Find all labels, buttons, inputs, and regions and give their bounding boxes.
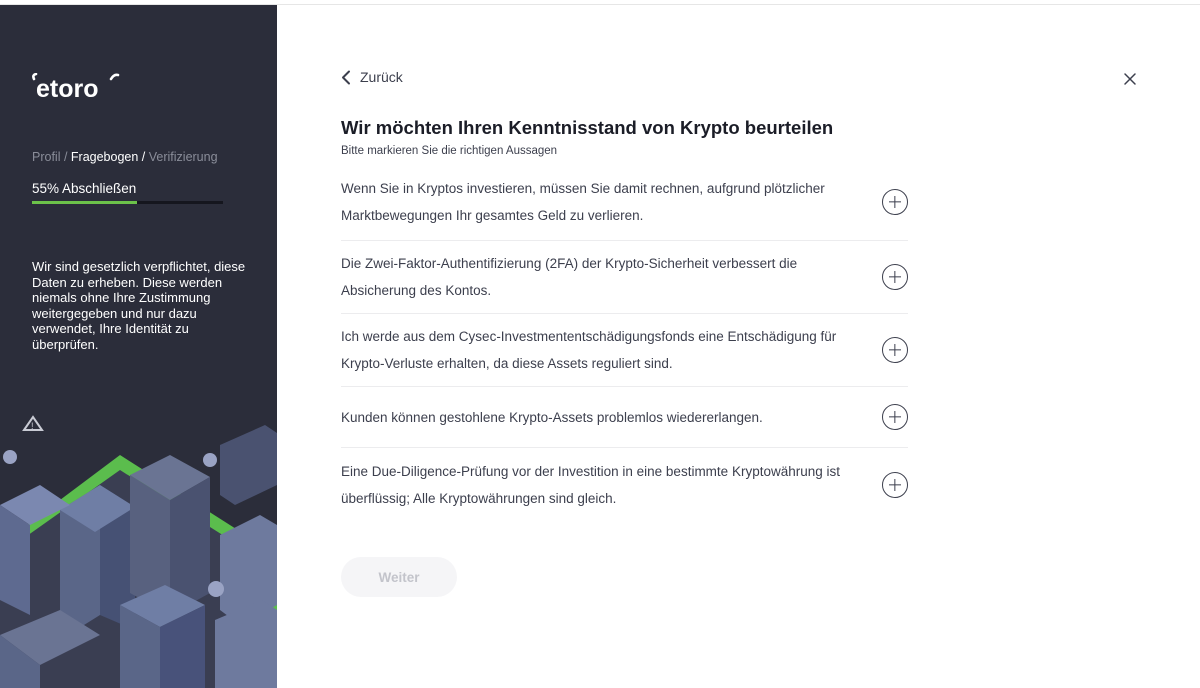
statement-item[interactable]: Die Zwei-Faktor-Authentifizierung (2FA) … — [341, 241, 908, 314]
breadcrumb-separator: / — [138, 150, 149, 164]
chevron-left-icon — [342, 70, 350, 84]
statement-item[interactable]: Eine Due-Diligence-Prüfung vor der Inves… — [341, 448, 908, 521]
back-label: Zurück — [360, 69, 403, 85]
statement-item[interactable]: Ich werde aus dem Cysec-Investmententsch… — [341, 314, 908, 387]
progress-label: 55% Abschließen — [32, 181, 137, 196]
add-circle-icon[interactable] — [882, 188, 908, 215]
main-panel: Zurück Wir möchten Ihren Kenntnisstand v… — [277, 5, 1200, 688]
svg-text:!: ! — [31, 421, 34, 431]
add-circle-icon[interactable] — [882, 471, 908, 498]
logo-text: etoro — [36, 75, 99, 103]
breadcrumb: Profil / Fragebogen / Verifizierung — [32, 150, 218, 164]
breadcrumb-verifizierung: Verifizierung — [148, 150, 218, 164]
etoro-logo: etoro — [32, 73, 120, 103]
statement-text: Die Zwei-Faktor-Authentifizierung (2FA) … — [341, 256, 798, 298]
page-title: Wir möchten Ihren Kenntnisstand von Kryp… — [341, 117, 834, 138]
add-circle-icon[interactable] — [882, 337, 908, 363]
statement-item[interactable]: Wenn Sie in Kryptos investieren, müssen … — [341, 163, 908, 241]
progress-bar — [32, 201, 223, 204]
add-circle-icon[interactable] — [882, 404, 908, 430]
breadcrumb-separator: / — [60, 150, 71, 164]
city-illustration: ! — [0, 415, 277, 688]
close-icon[interactable] — [1121, 70, 1139, 88]
add-circle-icon[interactable] — [882, 264, 908, 290]
sidebar: etoro Profil / Fragebogen / Verifizierun… — [0, 5, 277, 688]
statement-list: Wenn Sie in Kryptos investieren, müssen … — [341, 163, 908, 521]
statement-text: Eine Due-Diligence-Prüfung vor der Inves… — [341, 463, 840, 506]
breadcrumb-profil: Profil — [32, 150, 61, 164]
page-subtitle: Bitte markieren Sie die richtigen Aussag… — [341, 145, 558, 157]
breadcrumb-fragebogen: Fragebogen — [70, 150, 139, 164]
progress-fill — [32, 201, 138, 204]
statement-text: Ich werde aus dem Cysec-Investmententsch… — [341, 329, 837, 371]
statement-item[interactable]: Kunden können gestohlene Krypto-Assets p… — [341, 387, 908, 448]
statement-text: Wenn Sie in Kryptos investieren, müssen … — [341, 180, 825, 223]
statement-text: Kunden können gestohlene Krypto-Assets p… — [341, 409, 763, 425]
legal-notice: Wir sind gesetzlich verpflichtet, diese … — [32, 259, 246, 352]
back-button[interactable]: Zurück — [341, 69, 403, 85]
next-button[interactable]: Weiter — [341, 557, 457, 597]
